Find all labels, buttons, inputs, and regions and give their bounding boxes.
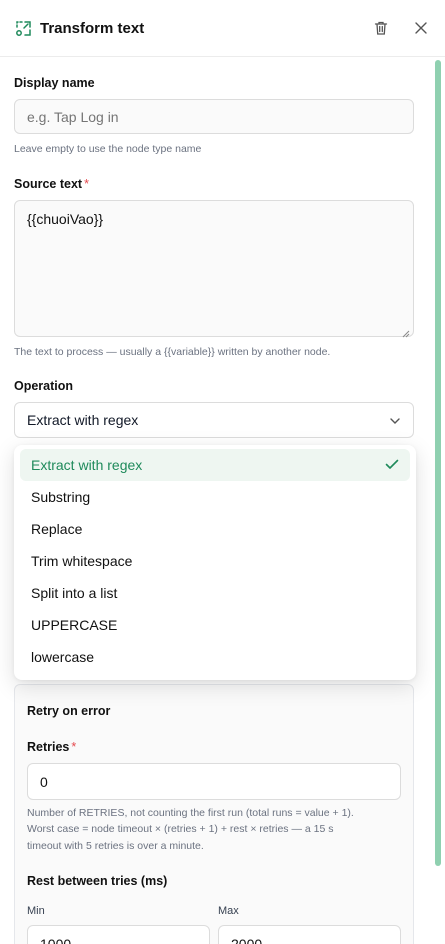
min-input[interactable]: 1000 (27, 925, 210, 944)
transform-icon (14, 19, 32, 37)
retries-hint-2: Worst case = node timeout × (retries + 1… (27, 823, 334, 835)
source-text-input[interactable]: {{chuoiVao}} (14, 200, 414, 338)
operation-select[interactable]: Extract with regex (14, 402, 414, 438)
panel-header: Transform text (0, 0, 445, 57)
max-label: Max (218, 905, 239, 917)
retries-label: Retries * (27, 740, 77, 754)
source-text-hint: The text to process — usually a {{variab… (14, 346, 331, 358)
display-name-input[interactable] (14, 99, 414, 134)
max-input[interactable]: 2000 (218, 925, 401, 944)
option-extract-regex[interactable]: Extract with regex (20, 449, 410, 481)
retries-hint-1: Number of RETRIES, not counting the firs… (27, 807, 354, 819)
source-text-label: Source text * (14, 177, 89, 191)
check-icon (385, 457, 399, 473)
option-replace[interactable]: Replace (20, 513, 410, 545)
close-icon[interactable] (411, 18, 431, 38)
operation-selected-value: Extract with regex (27, 412, 139, 428)
scrollbar[interactable] (435, 60, 441, 866)
display-name-hint: Leave empty to use the node type name (14, 143, 202, 155)
retries-hint-3: timeout with 5 retries is over a minute. (27, 840, 204, 852)
rest-label: Rest between tries (ms) (27, 874, 168, 888)
min-label: Min (27, 905, 45, 917)
option-trim-whitespace[interactable]: Trim whitespace (20, 545, 410, 577)
operation-label: Operation (14, 379, 74, 393)
option-uppercase[interactable]: UPPERCASE (20, 609, 410, 641)
option-lowercase[interactable]: lowercase (20, 641, 410, 673)
operation-dropdown: Extract with regex Substring Replace Tri… (14, 445, 416, 680)
resize-handle-icon[interactable] (402, 325, 410, 338)
trash-icon[interactable] (371, 18, 391, 38)
panel-title: Transform text (40, 19, 145, 37)
retries-input[interactable]: 0 (27, 763, 401, 800)
option-substring[interactable]: Substring (20, 481, 410, 513)
display-name-label: Display name (14, 76, 95, 90)
option-split-list[interactable]: Split into a list (20, 577, 410, 609)
chevron-down-icon (389, 412, 401, 428)
retry-section-title: Retry on error (27, 704, 111, 718)
